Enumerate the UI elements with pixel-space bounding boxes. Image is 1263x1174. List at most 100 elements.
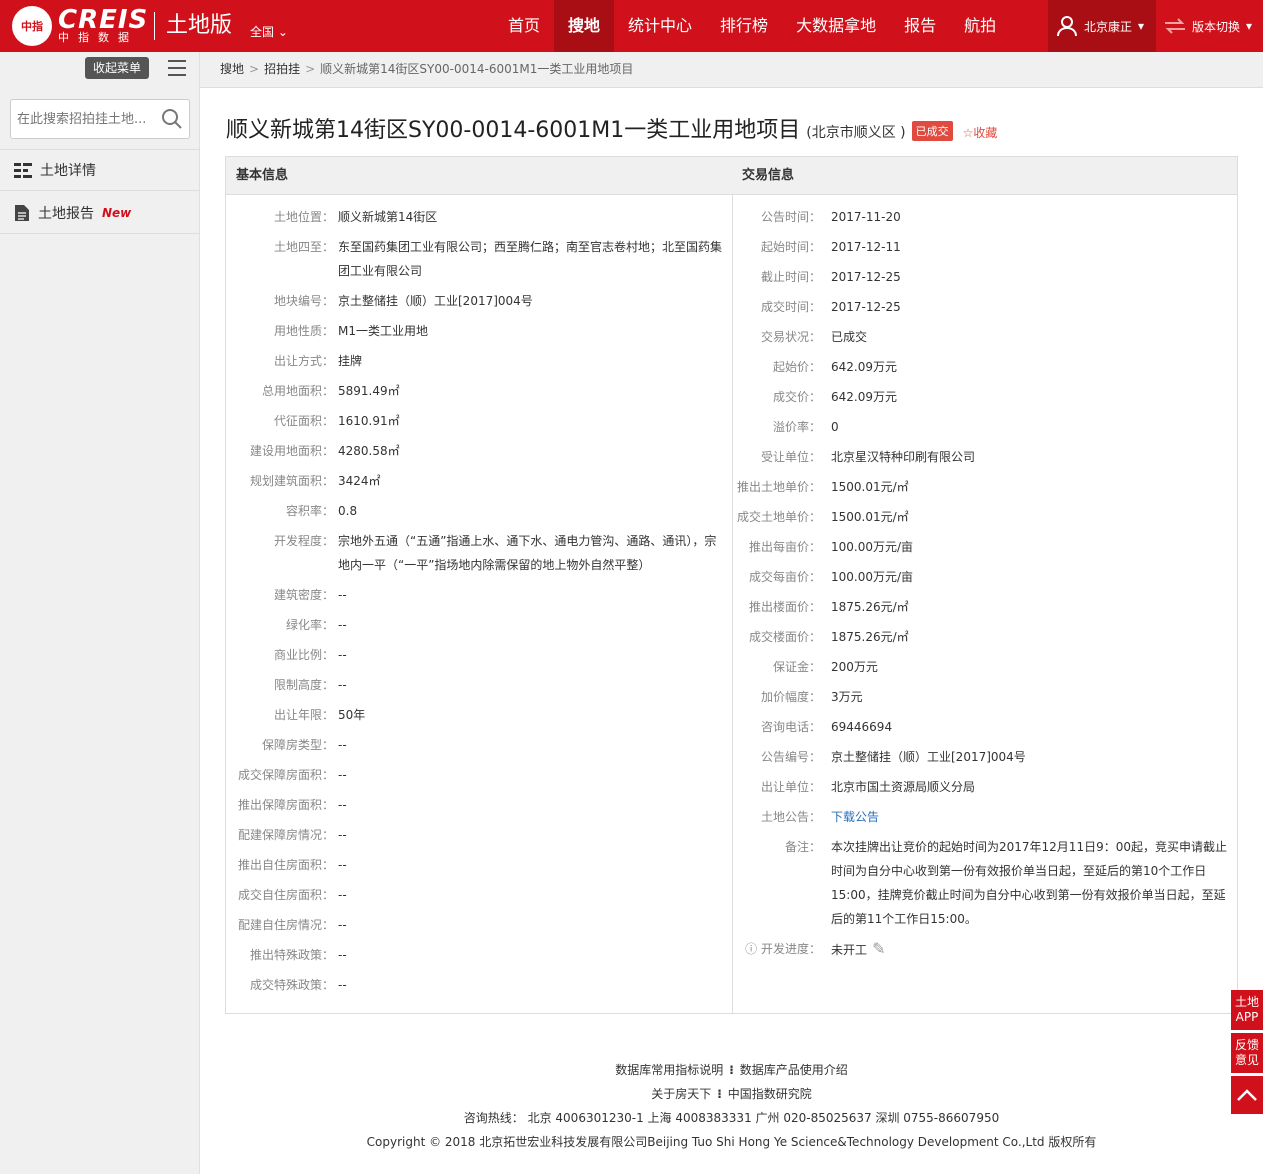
sidebar-item-land-report[interactable]: 土地报告 New [0, 192, 200, 234]
trade-info-row: 出让单位： 北京市国土资源局顺义分局 [733, 775, 1235, 799]
user-icon [1057, 16, 1077, 37]
version-switch-label: 版本切换 [1192, 19, 1241, 34]
nav-search-land[interactable]: 搜地 [554, 0, 615, 52]
trade-info-value-text: 2017-11-20 [831, 210, 901, 224]
panel-header: 基本信息 交易信息 [226, 157, 1237, 195]
trade-info-row: ⓘ 开发进度： 未开工 ✎ [733, 937, 1235, 962]
basic-info-value-text: 顺义新城第14街区 [338, 210, 438, 224]
basic-info-value-text: 京土整储挂（顺）工业[2017]004号 [338, 294, 533, 308]
breadcrumb-auction[interactable]: 招拍挂 [264, 62, 300, 76]
trade-info-value: 已成交 [821, 325, 1229, 349]
favorite-button[interactable]: ☆收藏 [963, 124, 998, 141]
basic-info-value-text: 3424㎡ [338, 474, 381, 488]
search-icon[interactable] [161, 108, 183, 130]
footer-link-indicators[interactable]: 数据库常用指标说明 [615, 1063, 723, 1077]
basic-info-row: 推出特殊政策： -- [226, 943, 726, 967]
trade-info-value-text: 2017-12-25 [831, 270, 901, 284]
basic-info-label: 建设用地面积： [226, 439, 334, 463]
basic-info-value: -- [334, 613, 722, 637]
logo-icon[interactable]: 中指 [12, 6, 52, 46]
switch-icon [1165, 18, 1185, 34]
basic-info-value: 挂牌 [334, 349, 722, 373]
trade-info-row: 咨询电话： 69446694 [733, 715, 1235, 739]
land-app-button[interactable]: 土地APP [1231, 990, 1263, 1030]
trade-info-row: 土地公告： 下载公告 [733, 805, 1235, 829]
back-to-top-button[interactable] [1231, 1076, 1263, 1114]
trade-info-value: 642.09万元 [821, 385, 1229, 409]
search-input[interactable] [17, 108, 151, 130]
user-name: 北京康正 [1084, 19, 1133, 34]
hamburger-icon[interactable] [168, 60, 186, 76]
nav-home[interactable]: 首页 [494, 0, 554, 52]
trade-info-value: 京土整储挂（顺）工业[2017]004号 [821, 745, 1229, 769]
basic-info-label-text: 开发程度： [273, 534, 334, 548]
trade-info-label: 推出楼面价： [733, 595, 821, 619]
basic-info-label-text: 规划建筑面积： [249, 474, 334, 488]
basic-info-value: -- [334, 973, 722, 997]
basic-info-label-text: 推出特殊政策： [249, 948, 334, 962]
basic-info-row: 开发程度： 宗地外五通（“五通”指通上水、通下水、通电力管沟、通路、通讯），宗地内… [226, 529, 726, 577]
basic-info-row: 总用地面积： 5891.49㎡ [226, 379, 726, 403]
basic-info-value-text: 宗地外五通（“五通”指通上水、通下水、通电力管沟、通路、通讯），宗地内一平（“一… [338, 534, 717, 572]
trade-info-value-text: 北京市国土资源局顺义分局 [831, 780, 976, 794]
region-selector[interactable]: 全国 ⌄ [250, 24, 288, 40]
nav-ranking[interactable]: 排行榜 [706, 0, 782, 52]
footer-link-product-intro[interactable]: 数据库产品使用介绍 [740, 1063, 848, 1077]
basic-info-row: 地块编号： 京土整储挂（顺）工业[2017]004号 [226, 289, 726, 313]
nav-big-data[interactable]: 大数据拿地 [782, 0, 890, 52]
basic-info-label-text: 土地四至： [273, 240, 334, 254]
basic-info-row: 代征面积： 1610.91㎡ [226, 409, 726, 433]
edit-pencil-icon[interactable]: ✎ [867, 939, 885, 958]
trade-info-label-text: 推出土地单价： [736, 480, 821, 494]
trade-info-label: 起始价： [733, 355, 821, 379]
trade-info-label: 土地公告： [733, 805, 821, 829]
breadcrumb-search-land[interactable]: 搜地 [220, 62, 244, 76]
footer-link-about[interactable]: 关于房天下 [651, 1087, 711, 1101]
trade-info-label: 公告编号： [733, 745, 821, 769]
basic-info-row: 土地四至： 东至国药集团工业有限公司；西至腾仁路；南至官志卷村地；北至国药集团工业… [226, 235, 726, 283]
trade-info-value-text: 642.09万元 [831, 390, 897, 404]
basic-info-label-text: 推出保障房面积： [237, 798, 334, 812]
trade-info-label: 加价幅度： [733, 685, 821, 709]
trade-info-value-text: 本次挂牌出让竞价的起始时间为2017年12月11日9：00起，竞买申请截止时间为… [831, 840, 1227, 926]
feedback-button[interactable]: 反馈意见 [1231, 1033, 1263, 1073]
basic-info-value: 东至国药集团工业有限公司；西至腾仁路；南至官志卷村地；北至国药集团工业有限公司 [334, 235, 722, 283]
basic-info-label: 总用地面积： [226, 379, 334, 403]
nav-stats-center[interactable]: 统计中心 [614, 0, 706, 52]
breadcrumb-separator: > [305, 62, 316, 76]
trade-info-label: 备注： [733, 835, 821, 931]
trade-info-row: 成交楼面价： 1875.26元/㎡ [733, 625, 1235, 649]
footer-link-index-institute[interactable]: 中国指数研究院 [728, 1087, 812, 1101]
trade-info-row: 溢价率： 0 [733, 415, 1235, 439]
trade-info-row: 受让单位： 北京星汉特种印刷有限公司 [733, 445, 1235, 469]
trade-info-value: 2017-12-11 [821, 235, 1229, 259]
trade-info-label-text: 起始价： [772, 360, 821, 374]
version-switch[interactable]: 版本切换 ▾ [1160, 0, 1260, 52]
download-notice-link[interactable]: 下载公告 [831, 810, 879, 824]
basic-info-value-text: -- [338, 648, 347, 662]
basic-info-value-text: -- [338, 618, 347, 632]
trade-info-row: 起始价： 642.09万元 [733, 355, 1235, 379]
basic-info-label: 用地性质： [226, 319, 334, 343]
user-menu[interactable]: 北京康正 ▾ [1048, 0, 1156, 52]
basic-info-label: 成交特殊政策： [226, 973, 334, 997]
footer-separator: ⁝ [717, 1087, 722, 1101]
trade-info-label: 推出土地单价： [733, 475, 821, 499]
trade-info-row: 保证金： 200万元 [733, 655, 1235, 679]
info-icon[interactable]: ⓘ [745, 942, 761, 956]
sidebar-item-land-detail[interactable]: 土地详情 [0, 149, 200, 191]
trade-info-value: 3万元 [821, 685, 1229, 709]
document-icon [15, 204, 29, 221]
trade-info-label-text: 交易状况： [760, 330, 821, 344]
top-bar: 中指 CREIS 中指数据 土地版 全国 ⌄ 首页 搜地 统计中心 排行榜 大数… [0, 0, 1263, 52]
trade-info-label: 成交每亩价： [733, 565, 821, 589]
trade-info-value-text: 642.09万元 [831, 360, 897, 374]
trade-info-value-text: 100.00万元/亩 [831, 540, 914, 554]
sidebar: 收起菜单 土地详情 土地报告 New [0, 52, 200, 1174]
nav-report[interactable]: 报告 [890, 0, 950, 52]
trade-info-label-text: 成交时间： [760, 300, 821, 314]
caret-down-icon: ▾ [1138, 19, 1145, 33]
brand-name[interactable]: CREIS [58, 6, 148, 34]
nav-aerial[interactable]: 航拍 [950, 0, 1010, 52]
collapse-menu-button[interactable]: 收起菜单 [85, 57, 150, 79]
